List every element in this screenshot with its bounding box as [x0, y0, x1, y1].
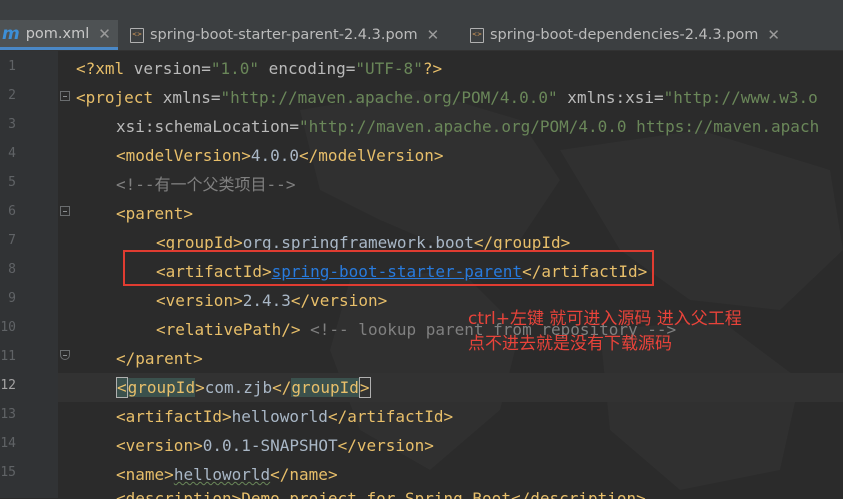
maven-icon: m: [2, 23, 20, 44]
code-line-6: <parent>: [116, 204, 194, 223]
pom-file-icon: [130, 27, 144, 43]
annotation-highlight-box: [123, 250, 654, 286]
code-line-13: <artifactId>helloworld</artifactId>: [116, 407, 454, 426]
tab-label: spring-boot-starter-parent-2.4.3.pom: [150, 27, 418, 43]
tab-pom-xml[interactable]: m pom.xml ✕: [0, 20, 118, 50]
code-line-3: xsi:schemaLocation="http://maven.apache.…: [116, 117, 820, 136]
annotation-line-2: 点不进去就是没有下载源码: [468, 334, 672, 354]
tab-label: pom.xml: [25, 25, 90, 42]
close-icon[interactable]: ✕: [427, 26, 440, 44]
close-icon[interactable]: ✕: [98, 25, 111, 43]
code-line-5-comment: <!--有一个父类项目-->: [116, 175, 296, 194]
tab-spring-boot-starter-parent[interactable]: spring-boot-starter-parent-2.4.3.pom ✕: [130, 20, 439, 50]
annotation-line-1: ctrl+左键 就可进入源码 进入父工程: [468, 309, 742, 329]
code-line-11: </parent>: [116, 349, 203, 368]
close-icon[interactable]: ✕: [767, 26, 780, 44]
code-line-16-partial: <description>Demo project for Spring Boo…: [116, 489, 646, 499]
code-line-1: <?xml version="1.0" encoding="UTF-8"?>: [76, 59, 443, 78]
pom-file-icon: [470, 27, 484, 43]
code-line-12-current: <groupId>com.zjb</groupId>: [58, 373, 843, 402]
code-line-9: <version>2.4.3</version>: [156, 291, 388, 310]
code-line-14: <version>0.0.1-SNAPSHOT</version>: [116, 436, 434, 455]
tab-label: spring-boot-dependencies-2.4.3.pom: [490, 27, 759, 43]
editor-tab-bar: m pom.xml ✕ spring-boot-starter-parent-2…: [0, 0, 843, 51]
code-line-4: <modelVersion>4.0.0</modelVersion>: [116, 146, 444, 165]
annotation-note: ctrl+左键 就可进入源码 进入父工程 点不进去就是没有下载源码: [468, 307, 742, 357]
tab-spring-boot-dependencies[interactable]: spring-boot-dependencies-2.4.3.pom ✕: [470, 20, 780, 50]
code-line-2: <project xmlns="http://maven.apache.org/…: [76, 88, 818, 107]
